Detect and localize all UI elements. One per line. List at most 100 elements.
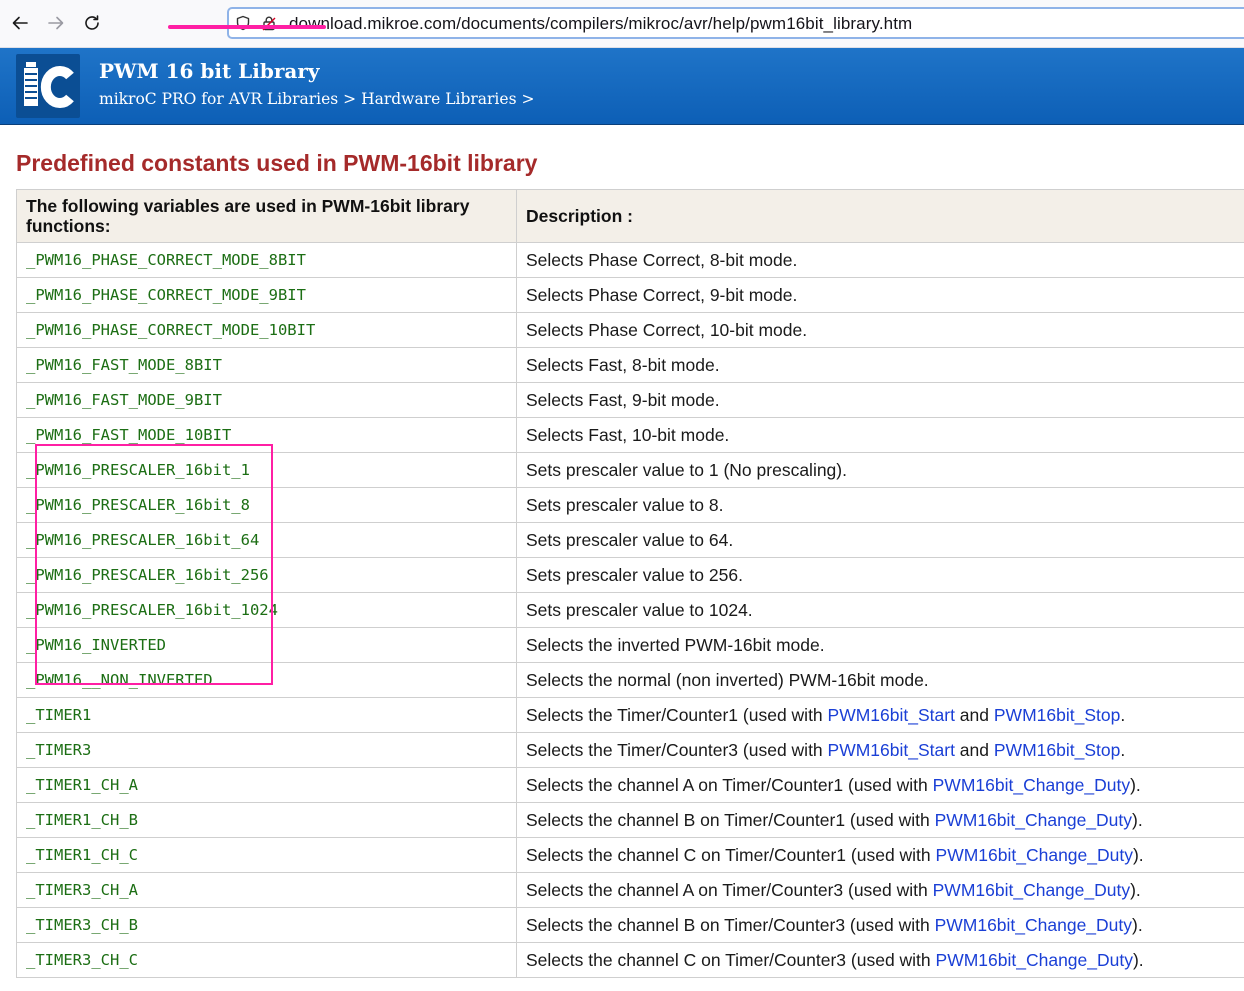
table-row: _TIMER1_CH_B Selects the channel B on Tim… (16, 802, 1244, 838)
link-pwm16bit-stop[interactable]: PWM16bit_Stop (994, 705, 1120, 725)
constant-description: Selects Fast, 8-bit mode. (516, 347, 1244, 383)
constant-name: _TIMER1_CH_B (16, 802, 517, 838)
constant-description: Sets prescaler value to 1024. (516, 592, 1244, 628)
table-row: _TIMER1 Selects the Timer/Counter1 (used… (16, 697, 1244, 733)
desc-text: and (954, 739, 994, 760)
constant-name: _TIMER3_CH_B (16, 907, 517, 943)
arrow-left-icon (12, 16, 28, 30)
link-pwm16bit-change-duty[interactable]: PWM16bit_Change_Duty (933, 880, 1130, 900)
breadcrumb: mikroC PRO for AVR Libraries > Hardware … (99, 90, 534, 108)
table-row: _PWM16_PRESCALER_16bit_8 Sets prescaler v… (16, 487, 1244, 523)
desc-text: ). (1130, 879, 1141, 900)
desc-text: . (1120, 704, 1126, 725)
constant-description: Selects the channel B on Timer/Counter3 … (516, 907, 1244, 943)
mikroc-logo (16, 54, 80, 118)
table-row: _TIMER3_CH_B Selects the channel B on Tim… (16, 907, 1244, 943)
header-description: Description : (516, 189, 1244, 243)
breadcrumb-link-hardware[interactable]: Hardware Libraries (361, 90, 516, 108)
table-row: _PWM16_PRESCALER_16bit_1024 Sets prescale… (16, 592, 1244, 628)
url-bar[interactable]: download.mikroe.com/documents/compilers/… (227, 7, 1244, 39)
table-row: _PWM16_INVERTED Selects the inverted PWM-… (16, 627, 1244, 663)
constant-name: _PWM16_PHASE_CORRECT_MODE_9BIT (16, 277, 517, 313)
constant-description: Selects Fast, 10-bit mode. (516, 417, 1244, 453)
link-pwm16bit-change-duty[interactable]: PWM16bit_Change_Duty (935, 810, 1132, 830)
link-pwm16bit-start[interactable]: PWM16bit_Start (828, 705, 955, 725)
table-row: _TIMER3_CH_C Selects the channel C on Tim… (16, 942, 1244, 978)
constant-description: Sets prescaler value to 256. (516, 557, 1244, 593)
table-row: _PWM16_PHASE_CORRECT_MODE_9BIT Selects Ph… (16, 277, 1244, 313)
table-row: _TIMER3_CH_A Selects the channel A on Tim… (16, 872, 1244, 908)
constant-name: _PWM16_PRESCALER_16bit_1024 (16, 592, 517, 628)
breadcrumb-link-libraries[interactable]: mikroC PRO for AVR Libraries (99, 90, 338, 108)
constant-description: Sets prescaler value to 1 (No prescaling… (516, 452, 1244, 488)
table-row: _PWM16__NON_INVERTED Selects the normal (… (16, 662, 1244, 698)
table-header-row: The following variables are used in PWM-… (16, 189, 1244, 243)
constant-name: _PWM16_PRESCALER_16bit_256 (16, 557, 517, 593)
desc-text: ). (1132, 914, 1143, 935)
link-pwm16bit-start[interactable]: PWM16bit_Start (828, 740, 955, 760)
constant-name: _TIMER1_CH_A (16, 767, 517, 803)
constant-description: Selects the Timer/Counter1 (used with PW… (516, 697, 1244, 733)
table-row: _PWM16_PRESCALER_16bit_1 Sets prescaler v… (16, 452, 1244, 488)
breadcrumb-separator: > (338, 90, 362, 108)
desc-text: . (1120, 739, 1126, 760)
reload-button[interactable] (81, 12, 103, 34)
constant-name: _PWM16_PHASE_CORRECT_MODE_8BIT (16, 242, 517, 278)
constants-table: The following variables are used in PWM-… (16, 189, 1244, 978)
desc-text: ). (1132, 809, 1143, 830)
constant-name: _PWM16_PRESCALER_16bit_64 (16, 522, 517, 558)
constant-name: _TIMER1 (16, 697, 517, 733)
desc-text: ). (1132, 949, 1144, 970)
constant-description: Selects the channel A on Timer/Counter3 … (516, 872, 1244, 908)
annotation-underline (168, 25, 326, 29)
link-pwm16bit-stop[interactable]: PWM16bit_Stop (994, 740, 1120, 760)
constant-description: Selects the inverted PWM-16bit mode. (516, 627, 1244, 663)
desc-text: Selects the channel B on Timer/Counter3 … (526, 914, 935, 935)
desc-text: Selects the Timer/Counter3 (used with (526, 739, 828, 760)
desc-text: Selects the channel A on Timer/Counter3 … (526, 879, 933, 900)
desc-text: Selects the Timer/Counter1 (used with (526, 704, 828, 725)
browser-toolbar: download.mikroe.com/documents/compilers/… (0, 0, 1244, 48)
constant-name: _PWM16_PRESCALER_16bit_1 (16, 452, 517, 488)
constant-description: Sets prescaler value to 8. (516, 487, 1244, 523)
constant-name: _PWM16_PRESCALER_16bit_8 (16, 487, 517, 523)
header-variables: The following variables are used in PWM-… (16, 189, 517, 243)
table-row: _PWM16_PRESCALER_16bit_64 Sets prescaler … (16, 522, 1244, 558)
constant-name: _PWM16_FAST_MODE_10BIT (16, 417, 517, 453)
page-title: PWM 16 bit Library (99, 59, 320, 83)
constant-description: Selects the channel C on Timer/Counter3 … (516, 942, 1244, 978)
back-button[interactable] (9, 12, 31, 34)
constant-description: Selects Fast, 9-bit mode. (516, 382, 1244, 418)
constant-description: Selects Phase Correct, 10-bit mode. (516, 312, 1244, 348)
link-pwm16bit-change-duty[interactable]: PWM16bit_Change_Duty (933, 775, 1130, 795)
constant-name: _PWM16_FAST_MODE_8BIT (16, 347, 517, 383)
constant-description: Selects the Timer/Counter3 (used with PW… (516, 732, 1244, 768)
table-row: _PWM16_FAST_MODE_9BIT Selects Fast, 9-bit… (16, 382, 1244, 418)
constant-name: _PWM16_INVERTED (16, 627, 517, 663)
table-row: _PWM16_FAST_MODE_8BIT Selects Fast, 8-bit… (16, 347, 1244, 383)
table-row: _PWM16_PRESCALER_16bit_256 Sets prescaler… (16, 557, 1244, 593)
link-pwm16bit-change-duty[interactable]: PWM16bit_Change_Duty (935, 915, 1132, 935)
table-row: _TIMER1_CH_C Selects the channel C on Tim… (16, 837, 1244, 873)
table-row: _PWM16_PHASE_CORRECT_MODE_10BIT Selects P… (16, 312, 1244, 348)
desc-text: Selects the channel B on Timer/Counter1 … (526, 809, 935, 830)
constant-name: _TIMER3_CH_C (16, 942, 517, 978)
constant-description: Selects Phase Correct, 9-bit mode. (516, 277, 1244, 313)
breadcrumb-separator: > (516, 90, 535, 108)
section-title: Predefined constants used in PWM-16bit l… (16, 150, 538, 176)
constant-description: Selects the channel B on Timer/Counter1 … (516, 802, 1244, 838)
desc-text: Selects the channel A on Timer/Counter1 … (526, 774, 933, 795)
forward-button[interactable] (45, 12, 67, 34)
constant-description: Selects the normal (non inverted) PWM-16… (516, 662, 1244, 698)
desc-text: and (954, 704, 994, 725)
page-header: PWM 16 bit Library mikroC PRO for AVR Li… (0, 48, 1244, 125)
constant-name: _PWM16_PHASE_CORRECT_MODE_10BIT (16, 312, 517, 348)
desc-text: Selects the channel C on Timer/Counter3 … (526, 949, 936, 970)
link-pwm16bit-change-duty[interactable]: PWM16bit_Change_Duty (936, 950, 1133, 970)
link-pwm16bit-change-duty[interactable]: PWM16bit_Change_Duty (936, 845, 1133, 865)
constant-name: _PWM16__NON_INVERTED (16, 662, 517, 698)
table-row: _PWM16_PHASE_CORRECT_MODE_8BIT Selects Ph… (16, 242, 1244, 278)
constant-name: _TIMER3 (16, 732, 517, 768)
constant-description: Sets prescaler value to 64. (516, 522, 1244, 558)
url-text[interactable]: download.mikroe.com/documents/compilers/… (289, 14, 912, 34)
